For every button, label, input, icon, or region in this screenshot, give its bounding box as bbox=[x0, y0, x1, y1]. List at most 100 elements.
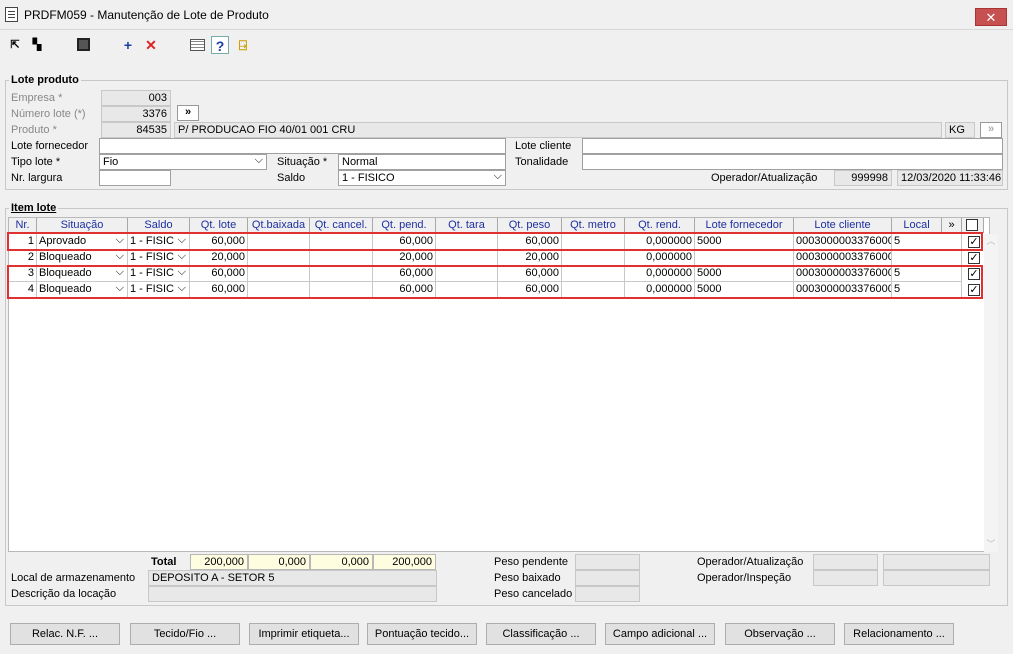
scroll-up-icon[interactable]: ︿ bbox=[984, 234, 998, 247]
column-header-lote-fornecedor[interactable]: Lote fornecedor bbox=[695, 218, 794, 233]
cell-qt-metro[interactable] bbox=[562, 282, 625, 298]
campo-adicional-button[interactable]: Campo adicional ... bbox=[605, 623, 715, 645]
lote-fornecedor-field[interactable] bbox=[99, 138, 506, 154]
column-header-qt-cancel[interactable]: Qt. cancel. bbox=[310, 218, 373, 233]
cell-qt-metro[interactable] bbox=[562, 234, 625, 250]
row-checkbox[interactable]: ✓ bbox=[968, 252, 980, 264]
cell-qt-metro[interactable] bbox=[562, 250, 625, 266]
tipo-lote-select[interactable]: Fio bbox=[99, 154, 267, 170]
cell-qt-baixada[interactable] bbox=[248, 282, 310, 298]
row-checkbox[interactable]: ✓ bbox=[968, 236, 980, 248]
imprimir-etiqueta-button[interactable]: Imprimir etiqueta... bbox=[249, 623, 359, 645]
cell-qt-peso[interactable]: 20,000 bbox=[498, 250, 562, 266]
cell-qt-tara[interactable] bbox=[436, 282, 498, 298]
column-header-qt-baixada[interactable]: Qt.baixada bbox=[248, 218, 310, 233]
column-header-qt-lote[interactable]: Qt. lote bbox=[190, 218, 248, 233]
column-header-qt-pend[interactable]: Qt. pend. bbox=[373, 218, 436, 233]
previous-icon[interactable]: ⇱ bbox=[6, 36, 24, 54]
cell-qt-cancel[interactable] bbox=[310, 282, 373, 298]
cell-qt-lote[interactable]: 60,000 bbox=[190, 282, 248, 298]
produto-lookup-button[interactable]: » bbox=[980, 122, 1002, 138]
column-header-saldo[interactable]: Saldo bbox=[128, 218, 190, 233]
scroll-down-icon[interactable]: ﹀ bbox=[984, 537, 998, 550]
cell-qt-rend[interactable]: 0,000000 bbox=[625, 250, 695, 266]
cell-saldo[interactable]: 1 - FISIC bbox=[128, 234, 190, 250]
cell-lote-cliente[interactable]: 000300000337600004 bbox=[794, 282, 892, 298]
cell-local[interactable]: 5 bbox=[892, 234, 962, 250]
column-header-qt-rend[interactable]: Qt. rend. bbox=[625, 218, 695, 233]
cell-saldo[interactable]: 1 - FISIC bbox=[128, 266, 190, 282]
select-all-header[interactable] bbox=[962, 218, 984, 233]
cell-qt-tara[interactable] bbox=[436, 234, 498, 250]
relacionamento-button[interactable]: Relacionamento ... bbox=[844, 623, 954, 645]
column-header-qt-tara[interactable]: Qt. tara bbox=[436, 218, 498, 233]
add-icon[interactable]: + bbox=[119, 36, 137, 54]
copy-icon[interactable]: ▚ bbox=[28, 36, 46, 54]
cell-qt-tara[interactable] bbox=[436, 266, 498, 282]
close-button[interactable]: ✕ bbox=[975, 8, 1007, 26]
cell-lote-fornecedor[interactable]: 5000 bbox=[695, 266, 794, 282]
cell-qt-cancel[interactable] bbox=[310, 234, 373, 250]
cell-qt-lote[interactable]: 60,000 bbox=[190, 234, 248, 250]
table-icon[interactable] bbox=[188, 36, 206, 54]
pontuacao-tecido-button[interactable]: Pontuação tecido... bbox=[367, 623, 477, 645]
row-checkbox[interactable]: ✓ bbox=[968, 284, 980, 296]
cell-qt-cancel[interactable] bbox=[310, 250, 373, 266]
vertical-scrollbar[interactable]: ︿ ﹀ bbox=[984, 234, 998, 552]
column-header-qt-peso[interactable]: Qt. peso bbox=[498, 218, 562, 233]
cell-qt-peso[interactable]: 60,000 bbox=[498, 234, 562, 250]
cell-qt-pend[interactable]: 60,000 bbox=[373, 234, 436, 250]
delete-icon[interactable]: ✕ bbox=[142, 36, 160, 54]
cell-saldo[interactable]: 1 - FISIC bbox=[128, 282, 190, 298]
saldo-select[interactable]: 1 - FISICO bbox=[338, 170, 506, 186]
cell-lote-cliente[interactable]: 000300000337600002 bbox=[794, 250, 892, 266]
cell-lote-fornecedor[interactable]: 5000 bbox=[695, 282, 794, 298]
next-lote-button[interactable]: » bbox=[177, 105, 199, 121]
cell-local[interactable]: 5 bbox=[892, 266, 962, 282]
cell-lote-cliente[interactable]: 000300000337600001 bbox=[794, 234, 892, 250]
lote-cliente-field[interactable] bbox=[582, 138, 1003, 154]
cell-qt-baixada[interactable] bbox=[248, 266, 310, 282]
cell-qt-baixada[interactable] bbox=[248, 234, 310, 250]
save-icon[interactable] bbox=[74, 36, 92, 54]
cell-qt-rend[interactable]: 0,000000 bbox=[625, 234, 695, 250]
tecido-fio-button[interactable]: Tecido/Fio ... bbox=[130, 623, 240, 645]
classificacao-button[interactable]: Classificação ... bbox=[486, 623, 596, 645]
cell-qt-cancel[interactable] bbox=[310, 266, 373, 282]
cell-qt-rend[interactable]: 0,000000 bbox=[625, 282, 695, 298]
cell-situacao[interactable]: Aprovado bbox=[37, 234, 128, 250]
tonalidade-field[interactable] bbox=[582, 154, 1003, 170]
cell-lote-fornecedor[interactable]: 5000 bbox=[695, 234, 794, 250]
cell-qt-baixada[interactable] bbox=[248, 250, 310, 266]
cell-situacao[interactable]: Bloqueado bbox=[37, 266, 128, 282]
cell-qt-rend[interactable]: 0,000000 bbox=[625, 266, 695, 282]
cell-lote-fornecedor[interactable] bbox=[695, 250, 794, 266]
column-scroll-button[interactable]: » bbox=[942, 218, 962, 233]
cell-qt-metro[interactable] bbox=[562, 266, 625, 282]
row-checkbox[interactable]: ✓ bbox=[968, 268, 980, 280]
situacao-field[interactable]: Normal bbox=[338, 154, 506, 170]
cell-qt-pend[interactable]: 60,000 bbox=[373, 282, 436, 298]
column-header-nr[interactable]: Nr. bbox=[9, 218, 37, 233]
help-icon[interactable]: ? bbox=[211, 36, 229, 54]
cell-qt-tara[interactable] bbox=[436, 250, 498, 266]
column-header-local[interactable]: Local bbox=[892, 218, 942, 233]
cell-saldo[interactable]: 1 - FISIC bbox=[128, 250, 190, 266]
cell-local[interactable]: 5 bbox=[892, 282, 962, 298]
cell-qt-peso[interactable]: 60,000 bbox=[498, 266, 562, 282]
cell-lote-cliente[interactable]: 000300000337600003 bbox=[794, 266, 892, 282]
observacao-button[interactable]: Observação ... bbox=[725, 623, 835, 645]
column-header-situacao[interactable]: Situação bbox=[37, 218, 128, 233]
nr-largura-field[interactable] bbox=[99, 170, 171, 186]
exit-icon[interactable]: ⍈ bbox=[234, 36, 252, 54]
column-header-qt-metro[interactable]: Qt. metro bbox=[562, 218, 625, 233]
cell-qt-pend[interactable]: 60,000 bbox=[373, 266, 436, 282]
cell-situacao[interactable]: Bloqueado bbox=[37, 250, 128, 266]
cell-local[interactable] bbox=[892, 250, 962, 266]
relac-nf-button[interactable]: Relac. N.F. ... bbox=[10, 623, 120, 645]
cell-situacao[interactable]: Bloqueado bbox=[37, 282, 128, 298]
column-header-lote-cliente[interactable]: Lote cliente bbox=[794, 218, 892, 233]
cell-qt-lote[interactable]: 20,000 bbox=[190, 250, 248, 266]
cell-qt-lote[interactable]: 60,000 bbox=[190, 266, 248, 282]
cell-qt-pend[interactable]: 20,000 bbox=[373, 250, 436, 266]
